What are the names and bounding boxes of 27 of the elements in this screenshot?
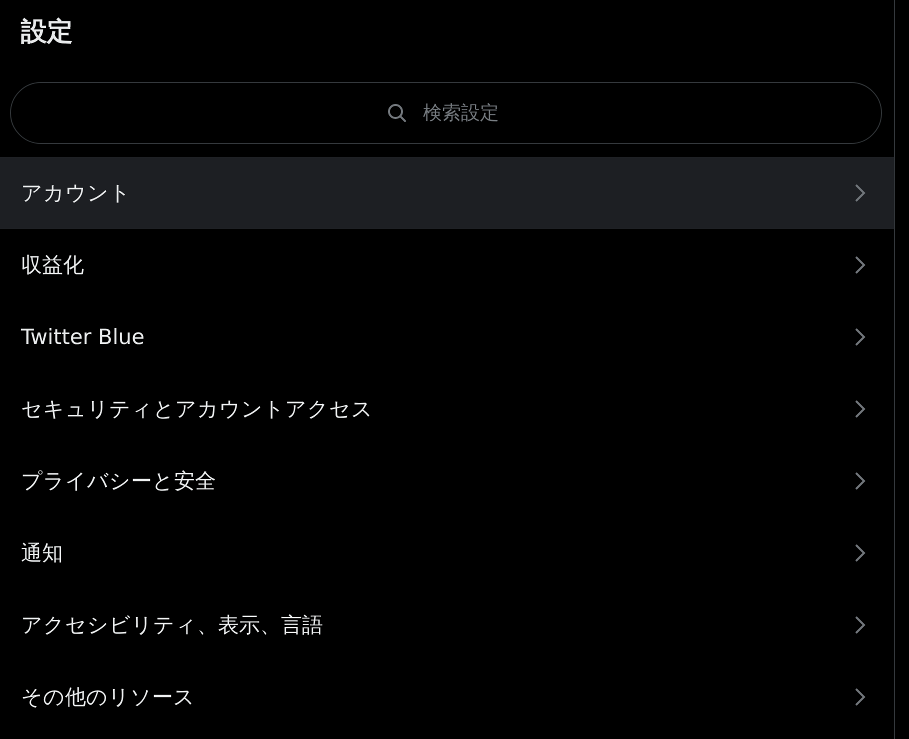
chevron-icon <box>854 543 866 563</box>
settings-item[interactable]: アクセシビリティ、表示、言語 <box>0 589 894 661</box>
chevron-icon <box>854 471 866 491</box>
chevron-icon <box>854 255 866 275</box>
settings-item[interactable]: 通知 <box>0 517 894 589</box>
item-label: その他のリソース <box>21 684 195 711</box>
chevron-icon <box>854 183 866 203</box>
page-title: 設定 <box>21 16 73 49</box>
chevron-icon <box>854 327 866 347</box>
chevron-icon <box>854 615 866 635</box>
item-label: アクセシビリティ、表示、言語 <box>21 612 323 639</box>
settings-item[interactable]: アカウント <box>0 157 894 229</box>
settings-item[interactable]: Twitter Blue <box>0 301 894 373</box>
item-label: 収益化 <box>21 252 84 279</box>
chevron-icon <box>854 687 866 707</box>
settings-item[interactable]: 収益化 <box>0 229 894 301</box>
item-label: 通知 <box>21 540 63 567</box>
item-label: セキュリティとアカウントアクセス <box>21 396 373 423</box>
chevron-icon <box>854 399 866 419</box>
search-icon <box>387 103 407 123</box>
settings-item[interactable]: その他のリソース <box>0 661 894 733</box>
search-field[interactable]: 検索設定 <box>10 82 882 144</box>
settings-item[interactable]: セキュリティとアカウントアクセス <box>0 373 894 445</box>
settings-item[interactable]: プライバシーと安全 <box>0 445 894 517</box>
item-label: Twitter Blue <box>21 325 145 349</box>
item-label: プライバシーと安全 <box>21 468 216 495</box>
item-label: アカウント <box>21 180 131 207</box>
